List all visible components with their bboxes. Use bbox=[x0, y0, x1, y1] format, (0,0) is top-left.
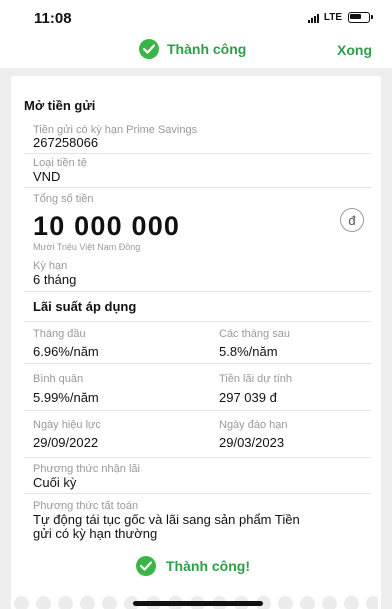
check-circle-icon bbox=[139, 39, 159, 59]
status-indicators: LTE bbox=[307, 12, 373, 23]
divider bbox=[24, 410, 371, 411]
status-time: 11:08 bbox=[34, 10, 72, 27]
interest-method-value: Cuối kỳ bbox=[33, 475, 77, 490]
amount-value: 10 000 000 bbox=[33, 211, 181, 241]
account-number: 267258066 bbox=[33, 135, 99, 150]
following-months-label: Các tháng sau bbox=[219, 328, 290, 340]
done-button[interactable]: Xong bbox=[337, 42, 372, 58]
maturity-date-label: Ngày đáo hạn bbox=[219, 419, 288, 431]
home-indicator bbox=[133, 601, 263, 606]
effective-date-label: Ngày hiệu lực bbox=[33, 419, 101, 431]
header-title: Thành công bbox=[167, 41, 247, 57]
status-bar: 11:08 LTE bbox=[0, 0, 392, 36]
amount-in-words: Mười Triệu Việt Nam Đồng bbox=[33, 242, 141, 252]
first-month-label: Tháng đầu bbox=[33, 328, 86, 340]
settlement-method-label: Phương thức tất toán bbox=[33, 500, 139, 512]
currency-dong-icon: đ bbox=[340, 208, 364, 232]
expected-interest-label: Tiền lãi dự tính bbox=[219, 373, 292, 385]
expected-interest-value: 297 039 đ bbox=[219, 390, 277, 405]
battery-icon bbox=[348, 12, 373, 23]
rates-title: Lãi suất áp dụng bbox=[33, 299, 137, 314]
divider bbox=[24, 493, 371, 494]
bottom-success-text: Thành công! bbox=[166, 558, 250, 574]
divider bbox=[24, 153, 371, 154]
section-title: Mở tiền gửi bbox=[24, 98, 96, 113]
currency-label: Loại tiền tệ bbox=[33, 157, 87, 169]
term-label: Kỳ hạn bbox=[33, 260, 68, 272]
divider bbox=[24, 363, 371, 364]
divider bbox=[24, 457, 371, 458]
bottom-success-status: Thành công! bbox=[136, 556, 250, 576]
term-value: 6 tháng bbox=[33, 272, 77, 287]
maturity-date-value: 29/03/2023 bbox=[219, 435, 285, 450]
average-label: Bình quân bbox=[33, 373, 84, 385]
signal-icon bbox=[307, 13, 319, 23]
divider bbox=[24, 187, 371, 188]
check-circle-icon bbox=[136, 556, 156, 576]
currency-value: VND bbox=[33, 169, 61, 184]
success-header: Thành công bbox=[139, 39, 246, 59]
network-label: LTE bbox=[323, 12, 342, 23]
top-bar: Thành công Xong bbox=[0, 36, 392, 64]
first-month-rate: 6.96%/năm bbox=[33, 344, 99, 359]
interest-method-label: Phương thức nhận lãi bbox=[33, 463, 140, 475]
following-months-rate: 5.8%/năm bbox=[219, 344, 278, 359]
divider bbox=[24, 321, 371, 322]
settlement-method-value-line1: Tự động tái tục gốc và lãi sang sản phẩm… bbox=[33, 512, 300, 527]
divider bbox=[24, 291, 371, 292]
settlement-method-value-line2: gửi có kỳ hạn thường bbox=[33, 526, 158, 541]
amount-label: Tổng số tiền bbox=[33, 193, 94, 205]
effective-date-value: 29/09/2022 bbox=[33, 435, 99, 450]
average-rate: 5.99%/năm bbox=[33, 390, 99, 405]
